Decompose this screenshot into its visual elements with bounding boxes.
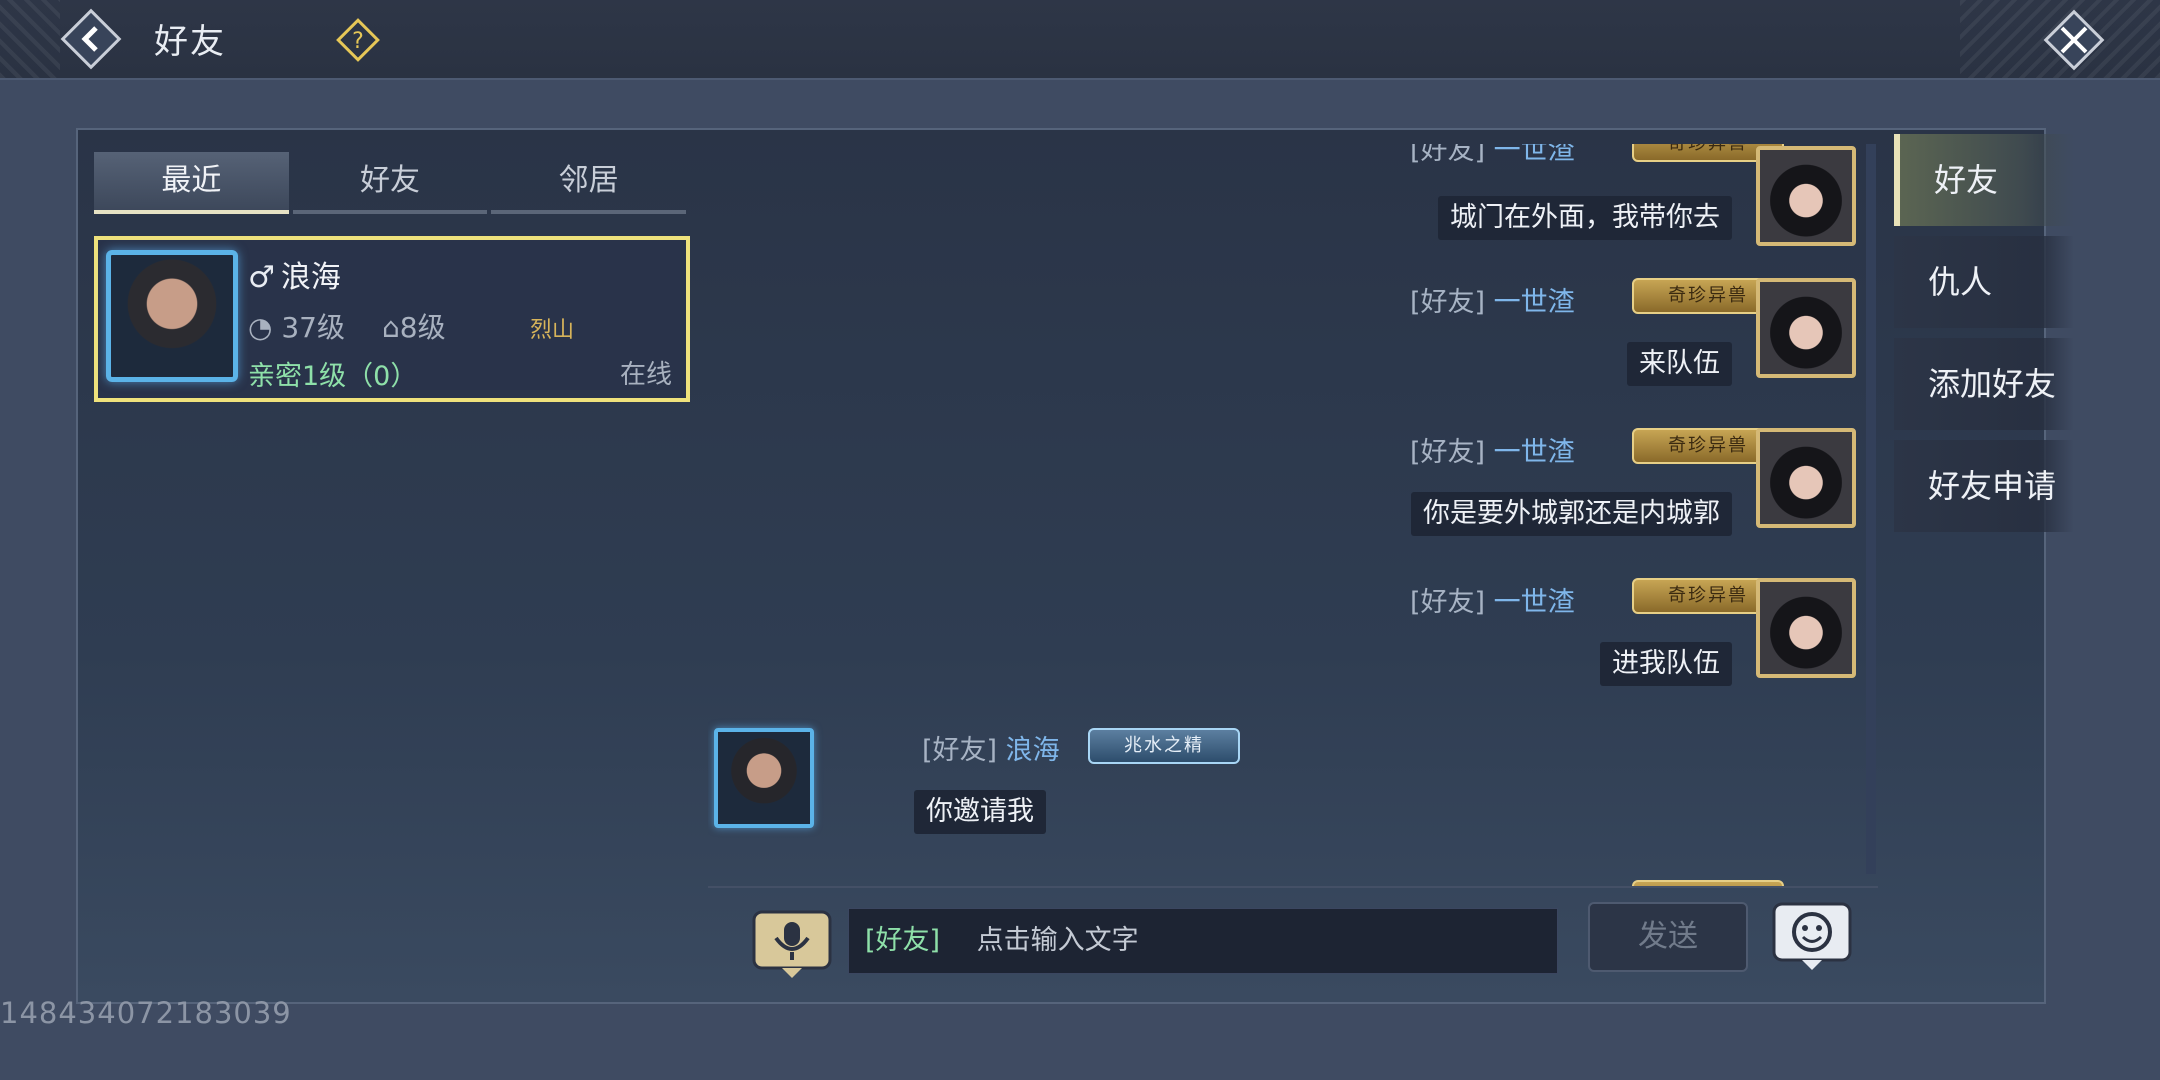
close-icon (2043, 9, 2105, 71)
avatar[interactable] (1756, 578, 1856, 678)
friend-name-text: 浪海 (280, 260, 341, 295)
avatar[interactable] (1756, 278, 1856, 378)
tab-recent[interactable]: 最近 (94, 152, 289, 214)
friend-status: 在线 (619, 360, 672, 390)
message-bubble: 城门在外面，我带你去 (1438, 196, 1732, 240)
side-tabs: 好友 仇人 添加好友 好友申请 (1894, 134, 2074, 542)
side-tab-friends[interactable]: 好友 (1894, 134, 2074, 226)
friend-name: ♂ 浪海 (248, 252, 341, 296)
friend-card[interactable]: ♂ 浪海 ◔ 37级 ⌂8级 烈山 亲密1级（0） 在线 (94, 236, 690, 402)
question-icon: ? (336, 18, 380, 62)
message-sender[interactable]: 一世渣 (1494, 287, 1575, 318)
input-channel[interactable]: [好友] (865, 925, 940, 956)
message-bubble: 来队伍 (1627, 342, 1732, 386)
list-tabs: 最近 好友 邻居 (94, 152, 690, 214)
chat-log[interactable]: [好友] 一世渣 奇珍异兽 城门在外面，我带你去 [好友] 一世渣 奇珍异兽 来… (708, 144, 1862, 886)
tab-friends[interactable]: 好友 (292, 152, 488, 214)
friend-intimacy: 亲密1级（0） (248, 361, 418, 392)
message-header: [好友] 浪海 (922, 728, 1060, 767)
avatar[interactable] (714, 728, 814, 828)
message-header: [好友] 一世渣 (1410, 430, 1575, 469)
tab-neighbors[interactable]: 邻居 (491, 152, 687, 214)
page-title: 好友 (154, 22, 226, 62)
input-placeholder: 点击输入文字 (976, 925, 1139, 956)
svg-text:?: ? (352, 29, 364, 54)
message-sender[interactable]: 一世渣 (1494, 587, 1575, 618)
friends-panel: 最近 好友 邻居 ♂ 浪海 ◔ 37级 ⌂8级 烈山 亲密1级（0） 在线 [好友… (76, 128, 2074, 1004)
message-input[interactable]: [好友] 点击输入文字 (848, 908, 1558, 974)
avatar[interactable] (1756, 146, 1856, 246)
message-sender[interactable]: 一世渣 (1494, 144, 1575, 166)
message-header: [好友] 一世渣 (1410, 144, 1575, 167)
back-arrow-icon (60, 8, 122, 70)
help-button[interactable]: ? (336, 18, 380, 62)
voice-button[interactable] (752, 910, 832, 980)
top-bar: 好友 ? (0, 0, 2160, 80)
friend-guild-level: ⌂8级 (382, 306, 446, 346)
message-sender[interactable]: 一世渣 (1494, 437, 1575, 468)
message-header: [好友] 一世渣 (1410, 280, 1575, 319)
message-bubble: 你是要外城郭还是内城郭 (1411, 492, 1732, 536)
message-bubble: 你邀请我 (914, 790, 1046, 834)
friend-level: ◔ 37级 (248, 306, 345, 346)
message-channel: [好友] (1410, 587, 1486, 618)
emoji-button[interactable] (1772, 902, 1852, 974)
back-button[interactable] (58, 6, 124, 72)
chat-input-row: [好友] 点击输入文字 发送 (708, 886, 1878, 998)
side-tab-friend-requests[interactable]: 好友申请 (1894, 440, 2074, 532)
friend-level-text: 37级 (281, 311, 345, 344)
send-button[interactable]: 发送 (1588, 902, 1748, 972)
corner-decoration (0, 0, 60, 78)
title-badge: 兆水之精 (1088, 728, 1240, 764)
message-header: [好友] 一世渣 (1410, 580, 1575, 619)
side-tab-enemies[interactable]: 仇人 (1894, 236, 2074, 328)
message-sender[interactable]: 浪海 (1006, 735, 1060, 766)
message-bubble: 进我队伍 (1600, 642, 1732, 686)
chat-scrollbar[interactable] (1866, 144, 1876, 874)
close-button[interactable] (2040, 6, 2108, 74)
house-icon: ⌂ (382, 311, 400, 344)
level-icon: ◔ (248, 311, 282, 344)
watermark-id: 148434072183039 (0, 996, 292, 1030)
avatar[interactable] (1756, 428, 1856, 528)
message-channel: [好友] (1410, 144, 1486, 166)
friend-sect: 烈山 (530, 318, 575, 343)
message-channel: [好友] (1410, 287, 1486, 318)
microphone-icon (752, 910, 832, 978)
friend-guild-level-text: 8级 (399, 311, 446, 344)
avatar (106, 250, 238, 382)
male-icon: ♂ (248, 260, 275, 295)
side-tab-add-friend[interactable]: 添加好友 (1894, 338, 2074, 430)
message-channel: [好友] (1410, 437, 1486, 468)
message-channel: [好友] (922, 735, 998, 766)
smiley-icon (1772, 902, 1852, 970)
